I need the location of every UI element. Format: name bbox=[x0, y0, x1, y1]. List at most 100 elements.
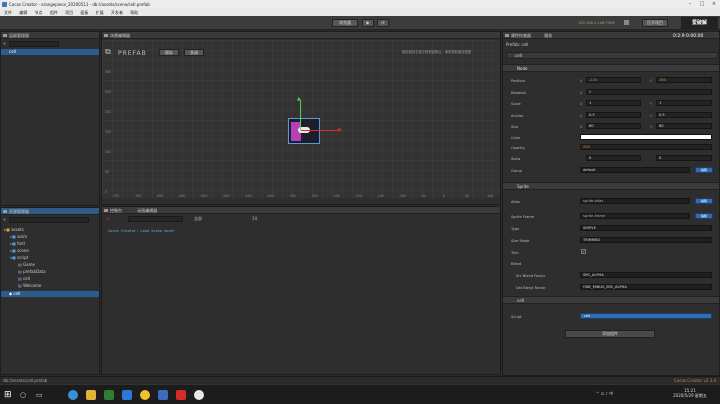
minimize-icon[interactable]: – bbox=[684, 0, 696, 9]
prop-x-field[interactable]: 1 bbox=[586, 100, 641, 106]
node-name-field[interactable]: cell bbox=[506, 52, 718, 59]
x-arrow-icon[interactable]: ▶ bbox=[338, 127, 342, 133]
cell-component-header[interactable]: cell bbox=[503, 296, 719, 304]
qr-icon[interactable] bbox=[624, 20, 629, 25]
type-select[interactable]: SIMPLE bbox=[580, 225, 712, 231]
open-project-button[interactable]: 打开项目 bbox=[642, 19, 668, 27]
node-bounding-box[interactable] bbox=[288, 118, 320, 144]
window-title: Cocos Creator - orangepiece_20200511 - d… bbox=[9, 2, 150, 7]
tree-folder-scene[interactable]: ▸■ scene bbox=[4, 247, 100, 254]
clock[interactable]: 15:21 2020/5/29 星期五 bbox=[670, 388, 710, 399]
preview-target-select[interactable]: 浏览器 bbox=[332, 19, 358, 27]
add-node-icon[interactable]: + bbox=[3, 41, 8, 47]
console-font-size[interactable]: 14 bbox=[252, 216, 257, 221]
add-asset-icon[interactable]: + bbox=[3, 217, 6, 223]
scene-viewport[interactable]: ⧉ PREFAB 保存 关闭 使用鼠标右键平移视窗焦点，使用滚轮缩放视图 300… bbox=[102, 40, 500, 198]
menu-help[interactable]: 帮助 bbox=[130, 10, 138, 15]
opacity-field[interactable]: 255 bbox=[580, 144, 712, 150]
refresh-button[interactable]: ⟳ bbox=[377, 19, 389, 27]
tree-folder-script[interactable]: ▾■ script bbox=[4, 254, 100, 261]
size-mode-select[interactable]: TRIMMED bbox=[580, 237, 712, 243]
group-edit-button[interactable]: 编辑 bbox=[695, 167, 713, 173]
play-button[interactable]: ▶ bbox=[362, 19, 374, 27]
y-axis-gizmo[interactable] bbox=[300, 100, 301, 130]
color-swatch[interactable] bbox=[580, 134, 712, 140]
sprite-frame-field[interactable]: sprite-frame bbox=[580, 213, 690, 219]
add-component-button[interactable]: 添加组件 bbox=[565, 330, 655, 338]
menu-file[interactable]: 文件 bbox=[4, 10, 12, 15]
x-axis-tag: X bbox=[580, 91, 583, 95]
prop-y-field[interactable]: 80 bbox=[656, 123, 712, 129]
y-arrow-icon[interactable]: ▲ bbox=[297, 96, 301, 102]
tab-console[interactable]: 控制台 bbox=[110, 208, 122, 213]
maximize-icon[interactable]: □ bbox=[696, 0, 708, 9]
cocos-creator-icon[interactable] bbox=[194, 390, 204, 400]
sprite-component-header[interactable]: Sprite bbox=[503, 182, 719, 190]
search-icon[interactable]: ○ bbox=[20, 390, 30, 400]
app-icon-green[interactable] bbox=[104, 390, 114, 400]
prop-y-field[interactable]: 160 bbox=[656, 77, 712, 83]
tree-file[interactable]: ▤ Game bbox=[4, 261, 100, 268]
node-component-header[interactable]: Node bbox=[503, 64, 719, 72]
server-ip: 192.168.1.106:7456 bbox=[578, 21, 615, 25]
y-axis-ticks: 300 250 200 150 100 50 0 bbox=[105, 70, 117, 195]
prop-x-field[interactable]: 0.5 bbox=[586, 112, 641, 118]
prop-y-field[interactable]: 0.5 bbox=[656, 112, 712, 118]
tree-file[interactable]: ▤ prefabData bbox=[4, 268, 100, 275]
tree-folder-font[interactable]: ▸■ font bbox=[4, 240, 100, 247]
x-axis-gizmo[interactable] bbox=[301, 130, 339, 131]
system-tray-icons[interactable]: ^ ⊡ ♪ 中 bbox=[596, 391, 613, 397]
close-prefab-button[interactable]: 关闭 bbox=[184, 49, 204, 56]
trim-checkbox[interactable]: ✓ bbox=[581, 249, 586, 254]
hierarchy-node-cell[interactable]: cell bbox=[1, 49, 99, 55]
assets-selected-prefab[interactable]: ◆ cell bbox=[1, 291, 99, 297]
tab-inspector[interactable]: 属性检查器 bbox=[511, 33, 531, 38]
skew-x-field[interactable]: 0 bbox=[586, 155, 641, 161]
prop-y-field[interactable]: 1 bbox=[656, 100, 712, 106]
task-view-icon[interactable]: ▭ bbox=[36, 390, 46, 400]
app-icon bbox=[2, 2, 7, 7]
src-blend-select[interactable]: SRC_ALPHA bbox=[580, 272, 712, 278]
menu-node[interactable]: 节点 bbox=[35, 10, 43, 15]
menu-extension[interactable]: 扩展 bbox=[96, 10, 104, 15]
console-level-select[interactable]: 全部 bbox=[194, 216, 202, 222]
y-tick-label: 150 bbox=[105, 130, 112, 134]
menu-developer[interactable]: 开发者 bbox=[111, 10, 123, 15]
prop-x-field[interactable]: -220 bbox=[586, 77, 641, 83]
windows-start-icon[interactable]: ⊞ bbox=[4, 390, 14, 400]
chrome-icon[interactable] bbox=[140, 390, 150, 400]
script-field[interactable]: cell bbox=[580, 313, 712, 319]
skew-y-field[interactable]: 0 bbox=[656, 155, 712, 161]
sprite-frame-edit-button[interactable]: 编辑 bbox=[695, 213, 713, 219]
menu-panel[interactable]: 面板 bbox=[80, 10, 88, 15]
y-axis-tag: Y bbox=[650, 102, 653, 106]
app-icon-blue[interactable] bbox=[158, 390, 168, 400]
browser-icon[interactable] bbox=[68, 390, 78, 400]
tree-file[interactable]: ▤ cell bbox=[4, 275, 100, 282]
clear-icon[interactable]: ⊘ bbox=[106, 216, 109, 221]
tab-service[interactable]: 服务 bbox=[544, 33, 552, 38]
console-filter[interactable] bbox=[128, 216, 183, 222]
tree-file[interactable]: ▤ Welcome bbox=[4, 282, 100, 289]
tree-folder-anim[interactable]: ▸■ anim bbox=[4, 233, 100, 240]
app-icon-red[interactable] bbox=[176, 390, 186, 400]
prop-x-field[interactable]: 0 bbox=[586, 89, 712, 95]
x-tick-label: -300 bbox=[310, 194, 318, 198]
save-prefab-button[interactable]: 保存 bbox=[159, 49, 179, 56]
menu-edit[interactable]: 编辑 bbox=[19, 10, 27, 15]
dst-blend-select[interactable]: ONE_MINUS_SRC_ALPHA bbox=[580, 284, 712, 290]
assets-search[interactable] bbox=[9, 217, 89, 223]
tab-animation[interactable]: 动画编辑器 bbox=[137, 208, 157, 213]
menu-project[interactable]: 项目 bbox=[65, 10, 73, 15]
atlas-field[interactable]: sprite-atlas bbox=[580, 198, 690, 204]
tree-root[interactable]: ▸■ assets bbox=[4, 226, 100, 233]
hierarchy-search[interactable] bbox=[9, 41, 59, 47]
close-icon[interactable]: × bbox=[708, 0, 720, 9]
file-explorer-icon[interactable] bbox=[86, 390, 96, 400]
menu-component[interactable]: 组件 bbox=[50, 10, 58, 15]
prop-x-field[interactable]: 80 bbox=[586, 123, 641, 129]
x-tick-label: -650 bbox=[156, 194, 164, 198]
vscode-icon[interactable] bbox=[122, 390, 132, 400]
atlas-edit-button[interactable]: 编辑 bbox=[695, 198, 713, 204]
group-select[interactable]: default bbox=[580, 167, 690, 173]
